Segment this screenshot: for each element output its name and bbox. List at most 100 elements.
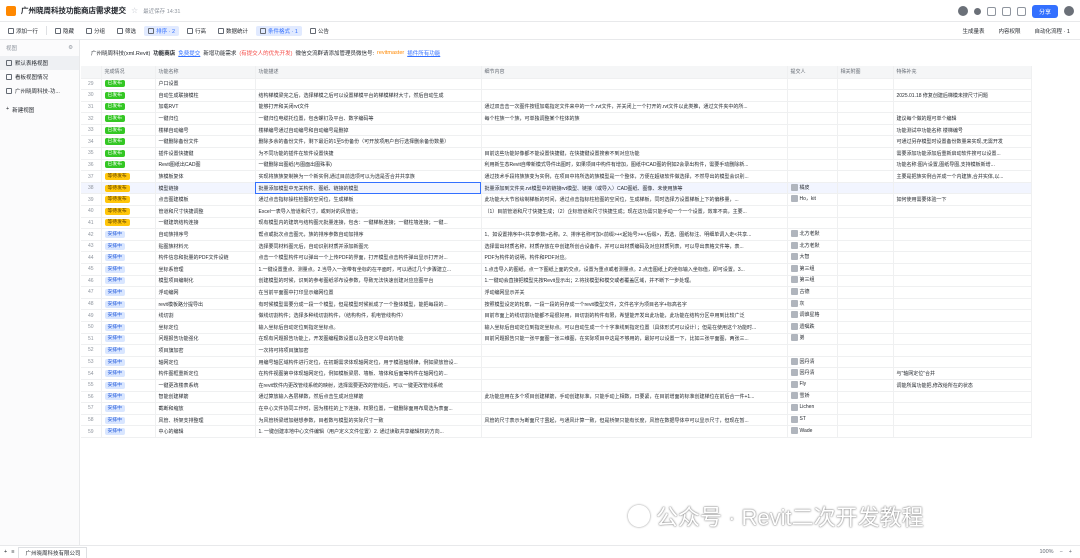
row-number[interactable]: 32	[81, 112, 102, 125]
status-cell[interactable]: 安排中	[101, 344, 156, 357]
attachment-cell[interactable]	[837, 356, 894, 369]
table-row[interactable]: 52 安排中 项目旗加密 一次将可将项目旗加密	[81, 344, 1032, 357]
note-cell[interactable]: 需要添加功能添加后重新启动软件搜可以设置...	[893, 147, 1032, 160]
attachment-cell[interactable]	[837, 135, 894, 149]
content-permission-button[interactable]: 内容权限	[995, 26, 1025, 36]
note-cell[interactable]	[893, 228, 1032, 241]
row-number[interactable]: 54	[81, 367, 102, 380]
status-cell[interactable]: 等待发布	[101, 217, 156, 230]
table-row[interactable]: 43 安排中 贴图族材料元 选择要同材料图元后，自动识别材质并添加新图元 选择需出材质名…	[81, 240, 1032, 253]
description-cell[interactable]: 有时候模型需要分成一段一个模型，但是模型时候就成了一个整体模型，能把每段的...	[255, 298, 482, 311]
document-title[interactable]: 广州晓周科技功能商店需求提交	[21, 5, 126, 16]
table-row[interactable]: 38 等待发布 模型链接 批量添加模型中无关构件、图纸、链接的模型 批量添加到文件夹.r…	[81, 182, 1032, 195]
status-cell[interactable]: 安排中	[101, 414, 156, 427]
detail-cell[interactable]: 每个柱族一个族，可单独调整某个柱体的族	[481, 112, 788, 125]
feature-name-cell[interactable]: revit模板路分提导出	[155, 298, 256, 311]
feature-name-cell[interactable]: 一键归位	[155, 112, 256, 125]
table-row[interactable]: 57 安排中 截断和缩放 在中心文件协同工作时，因为楼柱的上下连接，权限位置，一键删除…	[81, 402, 1032, 415]
note-cell[interactable]	[893, 205, 1032, 218]
note-cell[interactable]	[893, 217, 1032, 230]
row-number[interactable]: 33	[81, 124, 102, 137]
note-cell[interactable]	[893, 240, 1032, 253]
detail-cell[interactable]	[481, 344, 788, 357]
feature-name-cell[interactable]: 一键更改楼表系统	[155, 379, 256, 392]
submitter-cell[interactable]	[787, 170, 838, 183]
table-row[interactable]: 41 等待发布 一键建筑结构连接 现有模型内的建筑与结构图元批量连接，包含：一键梯板连…	[81, 217, 1032, 230]
status-cell[interactable]: 等待发布	[101, 205, 156, 218]
attachment-cell[interactable]	[837, 391, 894, 404]
note-cell[interactable]	[893, 309, 1032, 322]
share-button[interactable]: 分享	[1031, 4, 1058, 18]
note-cell[interactable]	[893, 402, 1032, 415]
detail-cell[interactable]: 1、如设置排序中<共享参数>名称。2、排序名称可加<前缀>+<起始号>+<后缀>…	[481, 228, 788, 241]
feature-name-cell[interactable]: 户口设置	[155, 78, 256, 91]
description-cell[interactable]: 通过点击指标操柱检图的空间位，生成梯板	[255, 193, 482, 207]
note-cell[interactable]: 功能测试中功能名称 楼梯编号	[893, 124, 1032, 137]
attachment-cell[interactable]	[837, 367, 894, 380]
feature-name-cell[interactable]: 自动生成联接模柱	[155, 89, 256, 102]
attachment-cell[interactable]	[837, 159, 894, 172]
description-cell[interactable]: 为风管桥梁增加继想参数，目者数与模型的实际尺寸一致	[255, 414, 482, 427]
status-cell[interactable]: 安排中	[101, 367, 156, 380]
detail-cell[interactable]: （1）目前管道和尺寸快捷生成；（2）企标管道和尺寸快捷生成；现在这功需只能手动一…	[481, 205, 788, 218]
row-number[interactable]: 45	[81, 263, 102, 276]
table-row[interactable]: 56 安排中 智能创建梯筋 通过算放输入各层梯数，然后点击生成对应梯筋 此功能应用在多个…	[81, 391, 1032, 404]
zoom-level[interactable]: 100%	[1039, 549, 1053, 555]
note-cell[interactable]: 与"轴网定位"合并	[893, 367, 1032, 380]
attachment-cell[interactable]	[837, 124, 894, 137]
description-cell[interactable]: 帮点或批次点击图元，族的排序参数自动加排序	[255, 228, 482, 241]
description-cell[interactable]: 现有模型内的建筑与结构图元批量连接，包含：一键梯板连接；一键柱墙连接；一键...	[255, 217, 482, 230]
sheet-list-icon[interactable]: ≡	[11, 549, 14, 555]
detail-cell[interactable]: 选择需出材质名称，材质存放在中创建所创合设备件，并可以出材质编码及对应材质列表，…	[481, 240, 788, 253]
note-cell[interactable]	[893, 344, 1032, 357]
attachment-cell[interactable]	[837, 228, 894, 241]
status-cell[interactable]: 已发布	[101, 159, 156, 172]
description-cell[interactable]: 实现将族族复制换为一个新实例,通过目前选项可以为选是否合并共享族	[255, 170, 482, 183]
note-cell[interactable]	[893, 356, 1032, 369]
note-cell[interactable]	[893, 391, 1032, 404]
feature-name-cell[interactable]: 插件设置快捷键	[155, 147, 256, 160]
detail-cell[interactable]: 1.一键动会直接把模型先按Revit显示出；2.将找模型和模交或者覆盖区域，并不…	[481, 275, 788, 288]
status-cell[interactable]: 安排中	[101, 240, 156, 253]
sort-button[interactable]: 排序 · 2	[144, 25, 180, 36]
attachment-cell[interactable]	[837, 379, 894, 392]
note-cell[interactable]: 可通过另存模型时设置备份数量来实现,无需开发	[893, 135, 1032, 149]
new-view-button[interactable]: + 新建视图	[0, 98, 79, 122]
table-row[interactable]: 39 等待发布 点击图建模板 通过点击指标操柱检图的空间位，生成梯板 此功能大大节省绘制…	[81, 193, 1032, 207]
sidebar-item-kanban[interactable]: 看板视图情况	[0, 70, 79, 84]
status-cell[interactable]: 已发布	[101, 147, 156, 160]
note-cell[interactable]	[893, 425, 1032, 438]
zoom-in-icon[interactable]: +	[1069, 549, 1072, 555]
detail-cell[interactable]	[481, 402, 788, 415]
column-header[interactable]: 特殊补充	[893, 66, 1032, 79]
submitter-cell[interactable]: Lichen	[787, 402, 838, 415]
table-row[interactable]: 44 安排中 构件信息和批量的PDF文件设链 点击一个模型构件可以弹出一个上传PDF的…	[81, 251, 1032, 264]
feature-name-cell[interactable]: 点击图建模板	[155, 193, 256, 207]
column-header[interactable]: 完成情况	[101, 66, 156, 79]
row-number[interactable]: 51	[81, 333, 102, 346]
detail-cell[interactable]	[481, 135, 788, 149]
note-cell[interactable]	[893, 101, 1032, 114]
description-cell[interactable]: 楼梯编号通过自动编号和自动编号是删掉	[255, 124, 482, 137]
detail-cell[interactable]	[481, 379, 788, 392]
submitter-cell[interactable]: 弟	[787, 333, 838, 346]
feature-name-cell[interactable]: 构件图框重新定位	[155, 367, 256, 380]
attachment-cell[interactable]	[837, 205, 894, 218]
data-stats-button[interactable]: 数据统计	[214, 26, 252, 36]
row-number[interactable]: 58	[81, 414, 102, 427]
note-cell[interactable]	[893, 251, 1032, 264]
description-cell[interactable]: 在当前平面图中打印显示编网位置	[255, 286, 482, 299]
description-cell[interactable]: 在revit软件内更改管线系统的映射，选择需要更改的管线后，可以一键更改管线系统	[255, 379, 482, 392]
collaborator-avatar[interactable]	[957, 6, 968, 16]
note-cell[interactable]: 2025.01.18 修复创建后梯模未搜尺寸问题	[893, 89, 1032, 102]
detail-cell[interactable]: 此功能大大节省绘制梯板的时间，通过点击指标柱检图的空间位，生成梯板，同时选择方设…	[481, 193, 788, 207]
submitter-cell[interactable]: 古德	[787, 286, 838, 299]
submitter-cell[interactable]	[787, 112, 838, 125]
detail-cell[interactable]	[481, 217, 788, 230]
status-cell[interactable]: 安排中	[101, 298, 156, 311]
submitter-cell[interactable]: 大智	[787, 251, 838, 264]
note-cell[interactable]: 功能名称:图片设置,图纸导图,支持模板新增...	[893, 159, 1032, 172]
description-cell[interactable]: 用编号轴区域构件进行定位，在初期需求体现轴网定位，用于模验轴规律，例如梁放管设.…	[255, 356, 482, 369]
status-cell[interactable]: 已发布	[101, 101, 156, 114]
row-number[interactable]: 39	[81, 193, 102, 207]
